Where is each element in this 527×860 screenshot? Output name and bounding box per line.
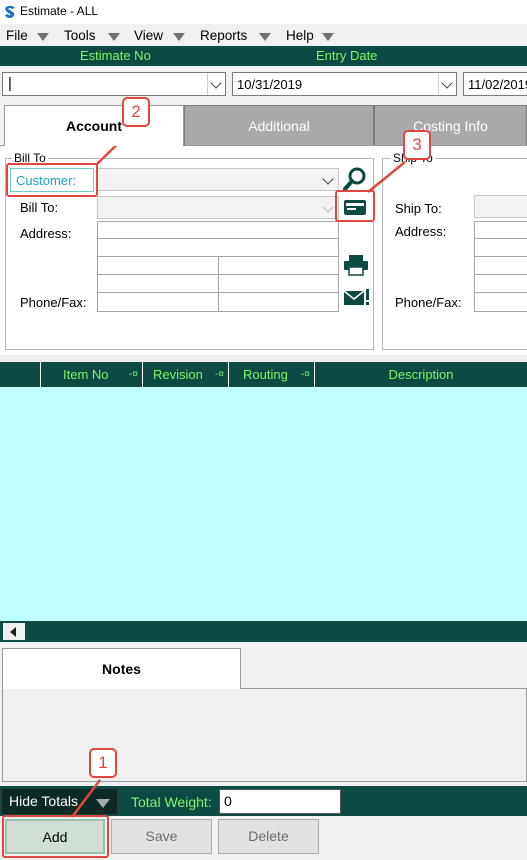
callout-badge-1: 1 [89, 748, 117, 778]
col-item-no-label: Item No [63, 367, 109, 382]
menu-reports-dropdown-icon[interactable] [259, 33, 271, 41]
delete-button[interactable]: Delete [218, 819, 319, 854]
estimate-no-combo[interactable]: | [2, 72, 226, 96]
menu-tools[interactable]: Tools [64, 28, 96, 43]
entry-date-picker[interactable]: 10/31/2019 [232, 72, 457, 96]
bill-to-combo[interactable] [97, 196, 339, 219]
entry-date-value: 10/31/2019 [237, 77, 303, 92]
menu-file-dropdown-icon[interactable] [37, 33, 49, 41]
col-description-label: Description [388, 367, 454, 382]
estimate-no-dropdown-button[interactable] [207, 73, 225, 95]
pin-icon[interactable]: -¤ [215, 362, 224, 387]
menu-bar: File Tools View Reports Help [0, 24, 527, 46]
save-button[interactable]: Save [111, 819, 212, 854]
chevron-down-icon [441, 77, 453, 89]
chevron-down-icon [322, 201, 334, 213]
chevron-down-icon [322, 173, 334, 185]
total-weight-field[interactable]: 0 [219, 789, 341, 814]
bill-to-label: Bill To: [20, 200, 59, 215]
search-icon[interactable] [342, 166, 368, 192]
menu-help-dropdown-icon[interactable] [322, 33, 334, 41]
col-description[interactable]: Description [314, 362, 527, 387]
due-date-value: 11/02/2019 [468, 77, 527, 92]
due-date-picker[interactable]: 11/02/2019 [463, 72, 527, 96]
menu-file[interactable]: File [6, 28, 28, 43]
phone-fax-label: Phone/Fax: [20, 295, 87, 310]
tab-notes[interactable]: Notes [2, 648, 241, 689]
scroll-left-arrow-icon[interactable] [3, 623, 25, 640]
customer-combo[interactable] [97, 168, 339, 191]
customer-dropdown-button[interactable] [320, 169, 338, 190]
pin-icon[interactable]: -¤ [129, 362, 138, 387]
horizontal-scrollbar[interactable] [0, 621, 527, 642]
pin-icon[interactable]: -¤ [301, 362, 310, 387]
ship-to-phone-fax-label: Phone/Fax: [395, 295, 462, 310]
ship-to-address-block[interactable] [474, 221, 527, 312]
callout-badge-2: 2 [122, 97, 150, 127]
grid-body[interactable] [0, 387, 527, 621]
hide-totals-label: Hide Totals [9, 793, 79, 809]
menu-tools-dropdown-icon[interactable] [108, 33, 120, 41]
callout-highlight-add [2, 815, 109, 858]
estimate-no-label: Estimate No [80, 48, 151, 63]
callout-highlight-customer [6, 163, 98, 197]
tab-costing-info[interactable]: Costing Info [374, 105, 527, 146]
total-weight-label: Total Weight: [131, 794, 212, 810]
col-routing-label: Routing [243, 367, 288, 382]
estimate-no-value: | [8, 75, 12, 92]
ship-to-address-label: Address: [395, 224, 447, 239]
entry-date-dropdown-button[interactable] [438, 73, 456, 95]
app-logo-icon [5, 5, 15, 18]
menu-view-dropdown-icon[interactable] [173, 33, 185, 41]
callout-highlight-card [335, 190, 375, 222]
header-strip: Estimate No Entry Date [0, 46, 527, 66]
hide-totals-dropdown[interactable]: Hide Totals [2, 789, 117, 814]
tab-additional[interactable]: Additional [184, 105, 374, 146]
email-icon[interactable] [343, 288, 371, 308]
window-title: Estimate - ALL [20, 4, 99, 18]
printer-icon[interactable] [343, 254, 369, 276]
ship-to-label: Ship To: [395, 201, 442, 216]
menu-view[interactable]: View [134, 28, 163, 43]
col-routing[interactable]: Routing -¤ [228, 362, 314, 387]
callout-badge-3: 3 [403, 130, 431, 160]
title-bar: Estimate - ALL [0, 0, 527, 24]
col-revision-label: Revision [153, 367, 203, 382]
address-label: Address: [20, 226, 72, 241]
ship-to-combo[interactable] [474, 195, 527, 218]
entry-date-label: Entry Date [316, 48, 378, 63]
col-item-no[interactable]: Item No -¤ [40, 362, 142, 387]
grid-header: Item No -¤ Revision -¤ Routing -¤ Descri… [0, 362, 527, 387]
tab-account[interactable]: Account [4, 105, 184, 146]
col-revision[interactable]: Revision -¤ [142, 362, 228, 387]
notes-area[interactable] [2, 688, 527, 782]
menu-reports[interactable]: Reports [200, 28, 247, 43]
chevron-down-icon [96, 799, 110, 808]
chevron-down-icon [210, 77, 222, 89]
menu-help[interactable]: Help [286, 28, 314, 43]
